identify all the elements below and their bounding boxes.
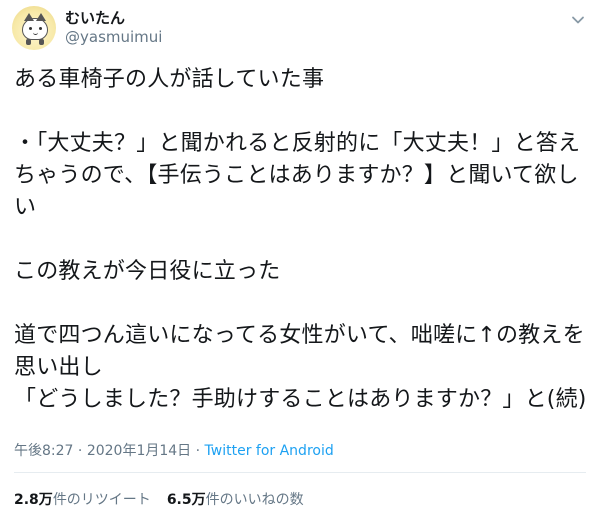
chevron-down-icon-svg (572, 16, 584, 24)
tweet-meta: 午後8:27 · 2020年1月14日 · Twitter for Androi… (14, 440, 334, 460)
cat-eye-right (39, 27, 42, 30)
tweet-time[interactable]: 午後8:27 (14, 443, 73, 459)
tweet-card: むいたん @yasmuimui ある車椅子の人が話していた事 ・「大丈夫？」と聞… (0, 0, 600, 517)
retweets-count: 2.8万 (14, 492, 53, 508)
likes-count: 6.5万 (166, 492, 206, 508)
retweets-stat[interactable]: 2.8万件のリツイート (14, 492, 151, 508)
meta-separator: · (191, 443, 205, 459)
meta-separator: · (73, 443, 87, 459)
cat-leg-right (39, 39, 44, 45)
retweets-label: 件のリツイート (52, 492, 151, 508)
tweet-date[interactable]: 2020年1月14日 (87, 443, 191, 459)
user-handle[interactable]: @yasmuimui (65, 28, 162, 48)
user-info: むいたん @yasmuimui (65, 9, 162, 48)
display-name[interactable]: むいたん (65, 9, 162, 29)
cat-face (22, 13, 48, 40)
chevron-down-icon[interactable] (570, 12, 586, 28)
cat-leg-left (26, 39, 31, 45)
likes-label: 件のいいねの数 (205, 492, 304, 508)
divider (14, 472, 586, 473)
tweet-source-link[interactable]: Twitter for Android (205, 443, 334, 459)
likes-stat[interactable]: 6.5万件のいいねの数 (167, 492, 304, 508)
tweet-header: むいたん @yasmuimui (12, 6, 162, 50)
cat-avatar-icon[interactable] (12, 6, 56, 50)
tweet-stats: 2.8万件のリツイート 6.5万件のいいねの数 (14, 489, 304, 509)
cat-eye-left (29, 27, 32, 30)
tweet-text: ある車椅子の人が話していた事 ・「大丈夫？」と聞かれると反射的に「大丈夫！」と答… (14, 67, 587, 412)
